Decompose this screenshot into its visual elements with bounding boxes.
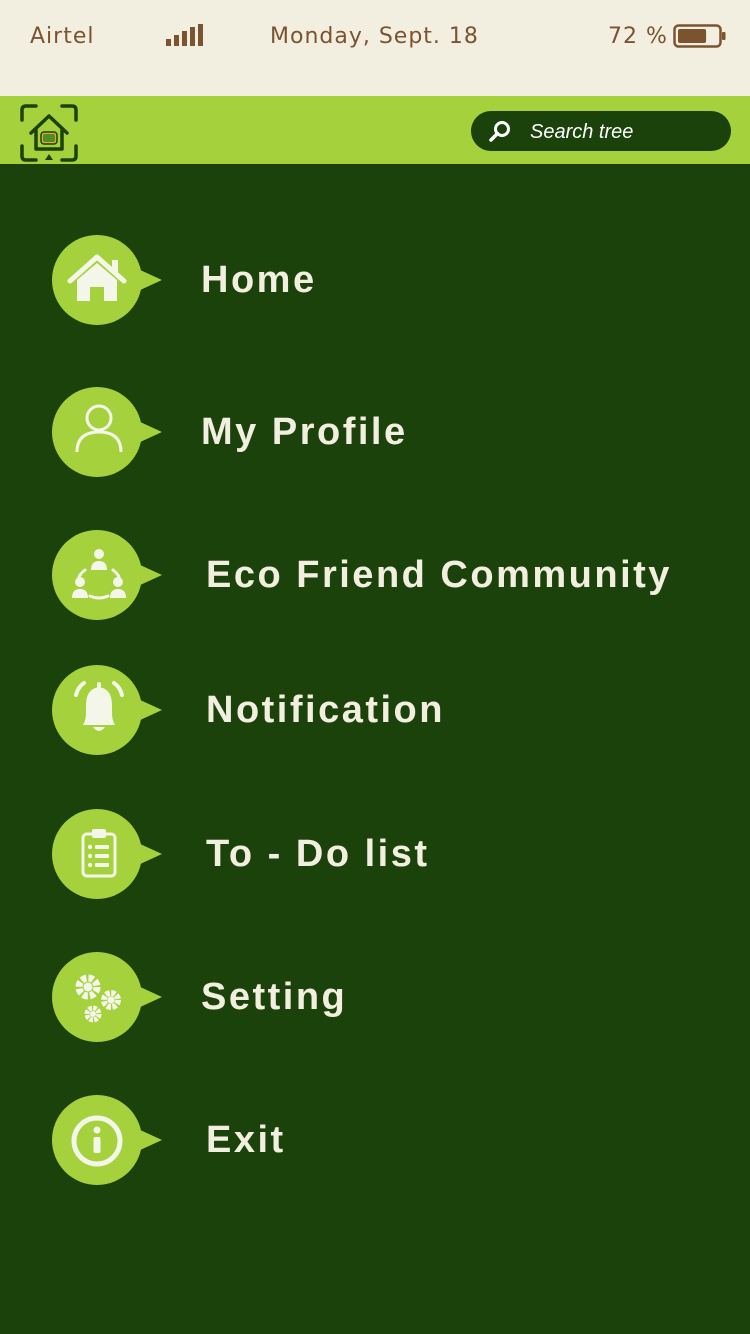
menu-item-label: Setting	[201, 976, 348, 1018]
menu-item-exit[interactable]: Exit	[52, 1094, 712, 1186]
profile-bubble	[52, 387, 162, 477]
signal-strength-icon	[166, 24, 203, 46]
menu-item-label: Home	[201, 259, 317, 301]
menu-item-to-do-list[interactable]: To - Do list	[52, 808, 712, 900]
todo-bubble	[52, 809, 162, 899]
status-date: Monday, Sept. 18	[270, 24, 479, 49]
carrier-name: Airtel	[30, 24, 95, 49]
menu-item-label: Notification	[206, 689, 445, 731]
exit-bubble	[52, 1095, 162, 1185]
search-input[interactable]: Search tree	[471, 111, 731, 151]
eco-home-logo-icon[interactable]	[18, 102, 80, 164]
menu-item-label: Exit	[206, 1119, 286, 1161]
setting-bubble	[52, 952, 162, 1042]
home-bubble	[52, 235, 162, 325]
community-bubble	[52, 530, 162, 620]
menu-item-home[interactable]: Home	[52, 234, 712, 326]
battery-icon	[673, 24, 726, 48]
menu-item-eco-friend-community[interactable]: Eco Friend Community	[52, 529, 712, 621]
menu-item-label: My Profile	[201, 411, 408, 453]
menu-item-my-profile[interactable]: My Profile	[52, 386, 712, 478]
search-icon	[489, 121, 510, 142]
search-placeholder: Search tree	[530, 121, 634, 143]
status-bar: Airtel Monday, Sept. 18 72 %	[0, 0, 750, 96]
battery-percentage: 72 %	[608, 24, 668, 49]
menu-item-label: Eco Friend Community	[206, 554, 672, 596]
menu-item-notification[interactable]: Notification	[52, 664, 712, 756]
menu-item-setting[interactable]: Setting	[52, 951, 712, 1043]
app-header: Search tree	[0, 96, 750, 164]
notification-bubble	[52, 665, 162, 755]
menu-item-label: To - Do list	[206, 833, 430, 875]
